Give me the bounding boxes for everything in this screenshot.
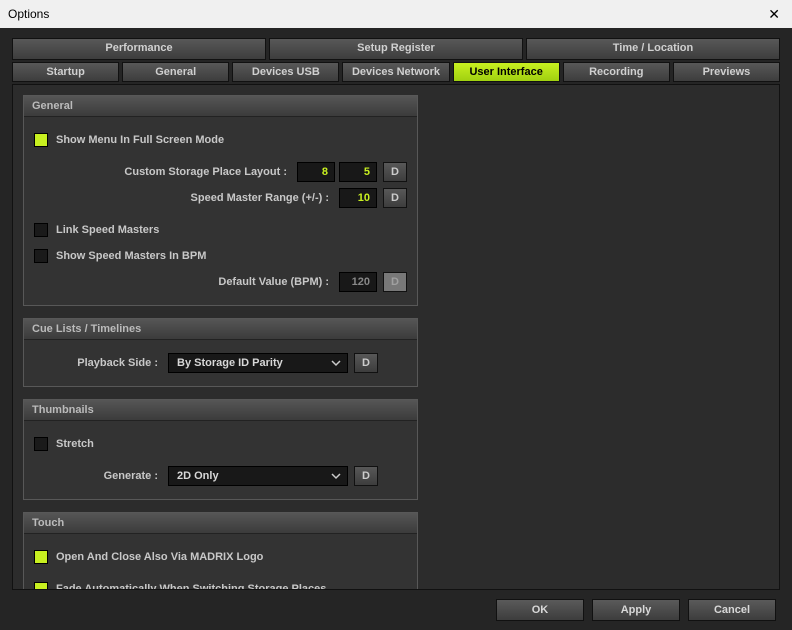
select-generate[interactable]: 2D Only [168,466,348,486]
input-custom-layout-a[interactable] [297,162,335,182]
section-touch: Touch Open And Close Also Via MADRIX Log… [23,512,418,590]
tab-recording[interactable]: Recording [563,62,670,82]
label-playback-side: Playback Side : [34,357,164,369]
content-panel: General Show Menu In Full Screen Mode Cu… [12,84,780,590]
input-default-bpm [339,272,377,292]
select-playback-side-value: By Storage ID Parity [177,357,283,369]
label-show-speed-bpm: Show Speed Masters In BPM [56,250,206,262]
label-default-bpm: Default Value (BPM) : [34,276,335,288]
input-custom-layout-b[interactable] [339,162,377,182]
checkbox-stretch[interactable] [34,437,48,451]
apply-button[interactable]: Apply [592,599,680,621]
chevron-down-icon [329,469,343,483]
sub-tab-row: Startup General Devices USB Devices Netw… [12,62,780,82]
cancel-button[interactable]: Cancel [688,599,776,621]
checkbox-show-menu-fullscreen[interactable] [34,133,48,147]
chevron-down-icon [329,356,343,370]
label-fade-auto: Fade Automatically When Switching Storag… [56,583,326,590]
default-button-bpm: D [383,272,407,292]
tab-previews[interactable]: Previews [673,62,780,82]
section-cuelists-header: Cue Lists / Timelines [24,319,417,340]
tab-startup[interactable]: Startup [12,62,119,82]
checkbox-fade-auto[interactable] [34,582,48,590]
label-custom-layout: Custom Storage Place Layout : [34,166,293,178]
section-thumbnails: Thumbnails Stretch Generate : 2D Only D [23,399,418,500]
section-cuelists: Cue Lists / Timelines Playback Side : By… [23,318,418,387]
tab-performance[interactable]: Performance [12,38,266,60]
checkbox-show-speed-bpm[interactable] [34,249,48,263]
label-speed-master-range: Speed Master Range (+/-) : [34,192,335,204]
titlebar: Options ✕ [0,0,792,28]
dialog-body: Performance Setup Register Time / Locati… [0,28,792,630]
checkbox-open-close-logo[interactable] [34,550,48,564]
ok-button[interactable]: OK [496,599,584,621]
section-touch-header: Touch [24,513,417,534]
section-general-header: General [24,96,417,117]
tab-time-location[interactable]: Time / Location [526,38,780,60]
label-show-menu-fullscreen: Show Menu In Full Screen Mode [56,134,224,146]
input-speed-master-range[interactable] [339,188,377,208]
select-generate-value: 2D Only [177,470,219,482]
checkbox-link-speed-masters[interactable] [34,223,48,237]
close-icon[interactable]: ✕ [764,6,784,23]
label-stretch: Stretch [56,438,94,450]
section-general: General Show Menu In Full Screen Mode Cu… [23,95,418,306]
footer: OK Apply Cancel [12,590,780,630]
window-title: Options [8,7,49,21]
label-open-close-logo: Open And Close Also Via MADRIX Logo [56,551,263,563]
tab-devices-usb[interactable]: Devices USB [232,62,339,82]
tab-general[interactable]: General [122,62,229,82]
label-link-speed-masters: Link Speed Masters [56,224,159,236]
top-tab-row: Performance Setup Register Time / Locati… [12,38,780,60]
default-button-playback-side[interactable]: D [354,353,378,373]
section-thumbnails-header: Thumbnails [24,400,417,421]
tab-setup-register[interactable]: Setup Register [269,38,523,60]
default-button-custom-layout[interactable]: D [383,162,407,182]
default-button-generate[interactable]: D [354,466,378,486]
default-button-speed-master-range[interactable]: D [383,188,407,208]
tab-user-interface[interactable]: User Interface [453,62,560,82]
label-generate: Generate : [34,470,164,482]
tab-devices-network[interactable]: Devices Network [342,62,449,82]
select-playback-side[interactable]: By Storage ID Parity [168,353,348,373]
